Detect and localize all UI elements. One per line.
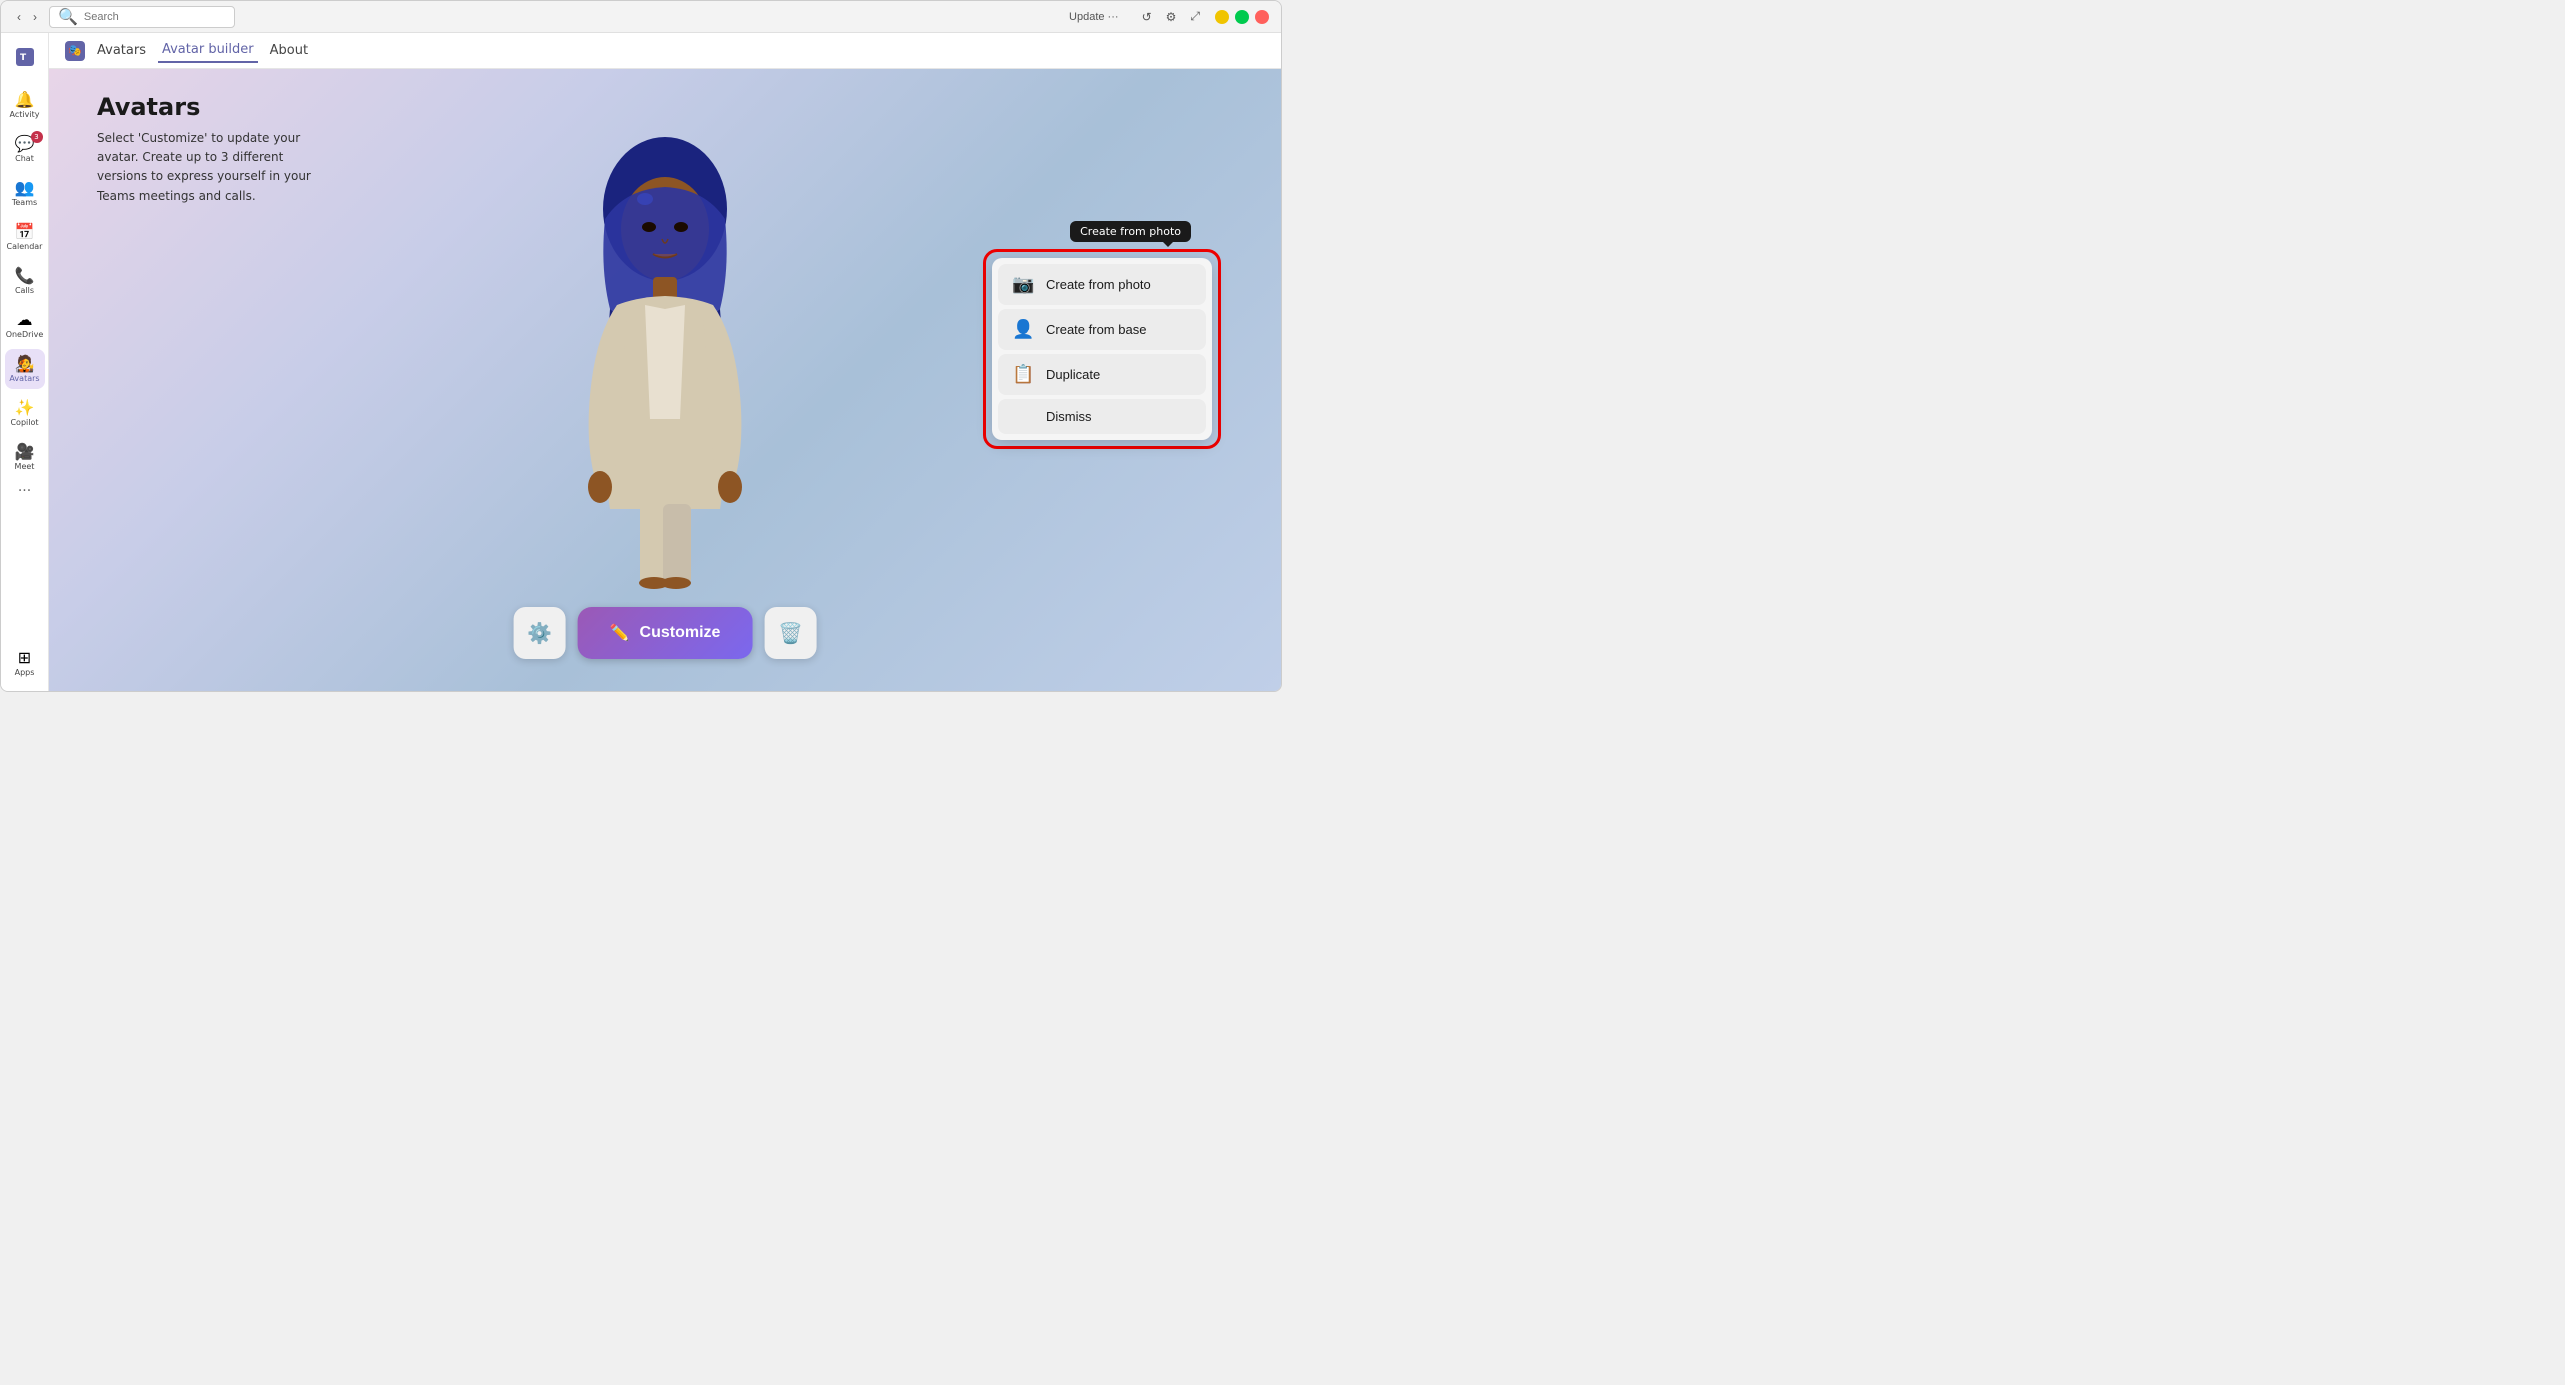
base-avatar-icon: 👤 — [1012, 319, 1034, 340]
sidebar-label-activity: Activity — [10, 110, 40, 119]
settings-button[interactable]: ⚙️ — [514, 607, 566, 659]
sidebar-item-copilot[interactable]: ✨ Copilot — [5, 393, 45, 433]
popup-menu: 📷 Create from photo 👤 Create from base 📋… — [992, 258, 1212, 440]
close-button[interactable] — [1255, 10, 1269, 24]
tab-avatar-builder[interactable]: Avatar builder — [158, 38, 258, 63]
avatars-icon: 🧑‍🎤 — [15, 356, 35, 372]
duplicate-label: Duplicate — [1046, 367, 1100, 382]
camera-icon: 📷 — [1012, 274, 1034, 295]
create-from-photo-label: Create from photo — [1046, 277, 1151, 292]
teams-logo: T — [9, 41, 41, 73]
app-icon-glyph: 🎭 — [68, 44, 82, 57]
page-title: Avatars — [97, 93, 317, 121]
duplicate-button[interactable]: 📋 Duplicate — [998, 354, 1206, 395]
dismiss-button[interactable]: Dismiss — [998, 399, 1206, 434]
popout-icon-button[interactable]: ⤢ — [1185, 6, 1205, 27]
settings-icon-button[interactable]: ⚙ — [1161, 7, 1182, 27]
sidebar-item-calendar[interactable]: 📅 Calendar — [5, 217, 45, 257]
sidebar-item-onedrive[interactable]: ☁ OneDrive — [5, 305, 45, 345]
sidebar-item-apps[interactable]: ⊞ Apps — [5, 643, 45, 683]
maximize-button[interactable] — [1235, 10, 1249, 24]
tab-bar: 🎭 Avatars Avatar builder About — [49, 33, 1281, 69]
sidebar: T 🔔 Activity 💬 Chat 3 👥 Teams 📅 Calendar — [1, 33, 49, 691]
page-description: Select 'Customize' to update your avatar… — [97, 129, 317, 206]
refresh-icon-button[interactable]: ↺ — [1137, 7, 1157, 27]
sidebar-label-avatars: Avatars — [9, 374, 39, 383]
popup-border: Create from photo 📷 Create from photo 👤 … — [983, 249, 1221, 449]
sidebar-label-calls: Calls — [15, 286, 34, 295]
sidebar-item-calls[interactable]: 📞 Calls — [5, 261, 45, 301]
meet-icon: 🎥 — [15, 444, 35, 460]
sidebar-label-calendar: Calendar — [7, 242, 43, 251]
customize-label: Customize — [640, 624, 721, 642]
create-from-photo-button[interactable]: 📷 Create from photo — [998, 264, 1206, 305]
title-bar-left: ‹ › 🔍 — [13, 6, 235, 28]
apps-icon: ⊞ — [18, 650, 31, 666]
customize-button[interactable]: ✏️ Customize — [578, 607, 753, 659]
chat-badge: 3 — [31, 131, 43, 143]
sidebar-item-activity[interactable]: 🔔 Activity — [5, 85, 45, 125]
copilot-icon: ✨ — [15, 400, 35, 416]
content-area: Avatars Select 'Customize' to update you… — [49, 69, 1281, 691]
sidebar-label-apps: Apps — [15, 668, 35, 677]
delete-button[interactable]: 🗑️ — [764, 607, 816, 659]
search-bar[interactable]: 🔍 — [49, 6, 235, 28]
svg-text:T: T — [20, 53, 27, 63]
teams-icon: 👥 — [15, 180, 35, 196]
sidebar-bottom: ⊞ Apps — [5, 643, 45, 683]
popup-wrapper: Create from photo 📷 Create from photo 👤 … — [983, 249, 1221, 449]
sidebar-label-teams: Teams — [12, 198, 37, 207]
sidebar-label-chat: Chat — [15, 154, 34, 163]
avatar-figure — [525, 99, 805, 619]
update-button[interactable]: Update ··· — [1063, 9, 1125, 25]
create-from-base-button[interactable]: 👤 Create from base — [998, 309, 1206, 350]
sidebar-item-teams[interactable]: 👥 Teams — [5, 173, 45, 213]
back-button[interactable]: ‹ — [13, 8, 25, 26]
top-right-icons: ↺ ⚙ ⤢ — [1133, 6, 1209, 27]
duplicate-icon: 📋 — [1012, 364, 1034, 385]
sidebar-item-chat[interactable]: 💬 Chat 3 — [5, 129, 45, 169]
tab-about[interactable]: About — [266, 39, 312, 62]
sidebar-more-button[interactable]: ··· — [5, 481, 45, 501]
title-bar-nav: ‹ › — [13, 8, 41, 26]
create-from-base-label: Create from base — [1046, 322, 1146, 337]
calendar-icon: 📅 — [15, 224, 35, 240]
sidebar-label-onedrive: OneDrive — [6, 330, 44, 339]
app-window: ‹ › 🔍 Update ··· ↺ ⚙ ⤢ — [0, 0, 1282, 692]
delete-trash-icon: 🗑️ — [778, 621, 803, 646]
sidebar-label-meet: Meet — [15, 462, 35, 471]
bottom-toolbar: ⚙️ ✏️ Customize 🗑️ — [514, 607, 817, 659]
app-icon-small: 🎭 — [65, 41, 85, 61]
sidebar-label-copilot: Copilot — [10, 418, 38, 427]
onedrive-icon: ☁ — [17, 312, 33, 328]
avatar-svg — [545, 109, 785, 609]
title-bar: ‹ › 🔍 Update ··· ↺ ⚙ ⤢ — [1, 1, 1281, 33]
search-icon: 🔍 — [58, 7, 78, 26]
search-input[interactable] — [84, 11, 226, 23]
activity-icon: 🔔 — [15, 92, 35, 108]
sidebar-item-meet[interactable]: 🎥 Meet — [5, 437, 45, 477]
calls-icon: 📞 — [15, 268, 35, 284]
dismiss-label: Dismiss — [1046, 409, 1092, 424]
window-controls: ↺ ⚙ ⤢ — [1133, 6, 1269, 27]
page-info: Avatars Select 'Customize' to update you… — [97, 93, 317, 206]
main-area: 🎭 Avatars Avatar builder About Avatars S… — [49, 33, 1281, 691]
sidebar-item-avatars[interactable]: 🧑‍🎤 Avatars — [5, 349, 45, 389]
title-bar-right: Update ··· ↺ ⚙ ⤢ — [1063, 6, 1269, 27]
popup-tooltip: Create from photo — [1070, 221, 1191, 242]
settings-gear-icon: ⚙️ — [527, 621, 552, 646]
tab-avatars[interactable]: Avatars — [93, 39, 150, 62]
minimize-button[interactable] — [1215, 10, 1229, 24]
inner-layout: T 🔔 Activity 💬 Chat 3 👥 Teams 📅 Calendar — [1, 33, 1281, 691]
forward-button[interactable]: › — [29, 8, 41, 26]
customize-pencil-icon: ✏️ — [610, 623, 630, 643]
